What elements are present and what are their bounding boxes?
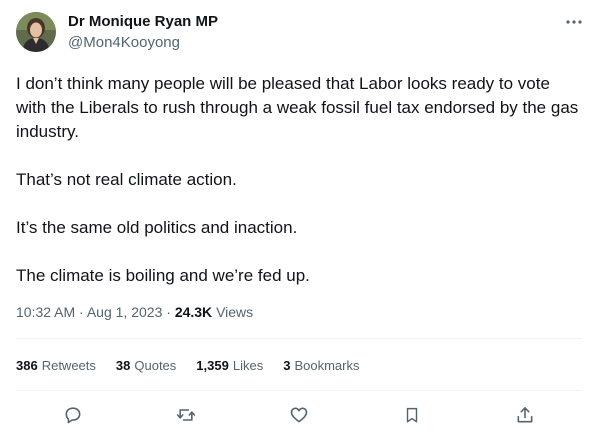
retweets-count: 386 — [16, 358, 38, 373]
tweet-paragraph: The climate is boiling and we’re fed up. — [16, 266, 310, 285]
heart-icon[interactable] — [282, 398, 316, 432]
bookmarks-label: Bookmarks — [294, 358, 360, 373]
engagement-stats: 386 Retweets 38 Quotes 1,359 Likes 3 Bookmar… — [16, 356, 379, 376]
bookmark-icon[interactable] — [395, 398, 429, 432]
avatar[interactable] — [16, 12, 56, 52]
share-icon[interactable] — [508, 398, 542, 432]
retweets-label: Retweets — [41, 358, 96, 373]
meta-separator: · — [79, 304, 84, 320]
quotes-stat[interactable]: 38 Quotes — [116, 356, 176, 376]
tweet-paragraph: I don’t think many people will be please… — [16, 74, 579, 141]
action-bar — [16, 398, 582, 432]
divider — [16, 390, 582, 391]
divider — [16, 338, 582, 339]
tweet-meta: 10:32 AM · Aug 1, 2023 · 24.3K Views — [16, 302, 253, 322]
views-label: Views — [216, 304, 254, 320]
bookmarks-count: 3 — [283, 358, 291, 373]
retweets-stat[interactable]: 386 Retweets — [16, 356, 96, 376]
tweet-date[interactable]: Aug 1, 2023 — [87, 304, 163, 320]
author-handle[interactable]: @Mon4Kooyong — [68, 34, 180, 52]
meta-separator: · — [166, 304, 171, 320]
views-count: 24.3K — [174, 304, 213, 320]
tweet-paragraph: It’s the same old politics and inaction. — [16, 218, 298, 237]
avatar-image — [16, 12, 56, 52]
tweet-time[interactable]: 10:32 AM — [16, 304, 75, 320]
bookmarks-stat[interactable]: 3 Bookmarks — [283, 356, 359, 376]
retweet-icon[interactable] — [169, 398, 203, 432]
quotes-label: Quotes — [134, 358, 177, 373]
author-name[interactable]: Dr Monique Ryan MP — [68, 13, 218, 31]
likes-stat[interactable]: 1,359 Likes — [196, 356, 263, 376]
likes-label: Likes — [232, 358, 264, 373]
likes-count: 1,359 — [196, 358, 229, 373]
quotes-count: 38 — [115, 358, 131, 373]
more-icon[interactable] — [564, 14, 584, 30]
tweet-paragraph: That’s not real climate action. — [16, 170, 237, 189]
reply-icon[interactable] — [56, 398, 90, 432]
tweet-text: I don’t think many people will be please… — [16, 72, 582, 312]
